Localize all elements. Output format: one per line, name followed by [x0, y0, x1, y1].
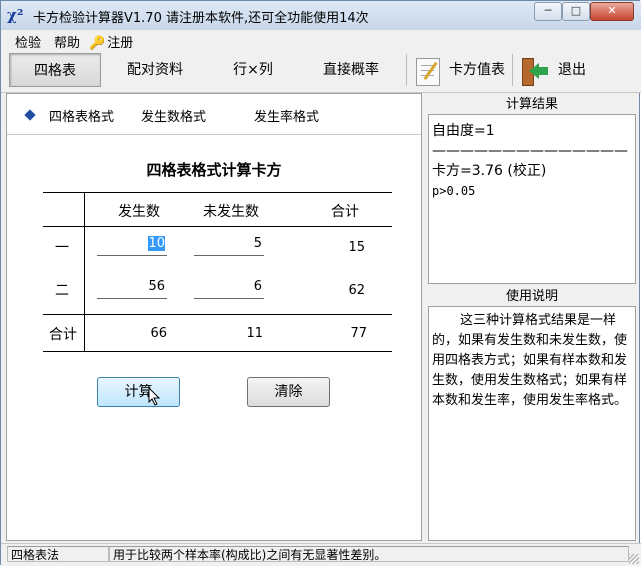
- mouse-pointer-icon: [148, 387, 161, 406]
- document-icon: [416, 58, 440, 86]
- format-fourfold[interactable]: 四格表格式: [49, 106, 114, 125]
- results-box: 自由度=1 —————————————— 卡方=3.76 (校正) p>0.05: [428, 114, 636, 284]
- table-row-divider: [84, 192, 85, 351]
- title-bar: χ² 卡方检验计算器V1.70 请注册本软件,还可全功能使用14次 ─ □ ✕: [1, 1, 641, 30]
- menu-register-label: 注册: [107, 36, 134, 51]
- menu-help[interactable]: 帮助: [54, 32, 80, 51]
- toolbar-separator: [512, 54, 513, 86]
- menu-test[interactable]: 检验: [15, 32, 41, 51]
- exit-icon: [520, 57, 548, 86]
- chi-table-label: 卡方值表: [449, 62, 505, 78]
- usage-header: 使用说明: [428, 287, 636, 306]
- clear-button[interactable]: 清除: [247, 377, 330, 407]
- exit-button[interactable]: 退出: [516, 53, 594, 87]
- app-window: χ² 卡方检验计算器V1.70 请注册本软件,还可全功能使用14次 ─ □ ✕ …: [0, 0, 641, 566]
- toolbar: 四格表 配对资料 行×列 直接概率 卡方值表 退出: [1, 50, 641, 93]
- table-top-border: [43, 192, 392, 193]
- table-title: 四格表格式计算卡方: [146, 161, 282, 179]
- tab-exact-probability[interactable]: 直接概率: [305, 53, 397, 87]
- column-total-b: 11: [246, 326, 263, 341]
- menu-register[interactable]: 🔑 注册: [89, 32, 133, 51]
- status-message: 用于比较两个样本率(构成比)之间有无显著性差别。: [109, 546, 629, 562]
- usage-text: 这三种计算格式结果是一样的，如果有发生数和未发生数，使用四格表方式；如果有样本数…: [428, 306, 636, 541]
- format-selector: 四格表格式 发生数格式 发生率格式: [7, 94, 421, 135]
- header-total: 合计: [331, 204, 359, 220]
- row-label-2: 二: [55, 283, 69, 299]
- resize-grip[interactable]: [629, 554, 639, 564]
- window-title: 卡方检验计算器V1.70 请注册本软件,还可全功能使用14次: [33, 11, 369, 26]
- minimize-button[interactable]: ─: [534, 2, 562, 21]
- calculate-button[interactable]: 计算: [97, 377, 180, 407]
- table-total-border: [43, 314, 392, 315]
- toolbar-separator: [406, 54, 407, 86]
- grand-total: 77: [350, 326, 367, 341]
- chi-square-value: 卡方=3.76 (校正): [432, 163, 547, 179]
- chi-table-button[interactable]: 卡方值表: [411, 53, 509, 87]
- header-non-occurrence: 未发生数: [203, 204, 259, 220]
- tab-row-by-column[interactable]: 行×列: [207, 53, 299, 87]
- total-row-label: 合计: [49, 327, 77, 343]
- tab-fourfold-table[interactable]: 四格表: [9, 53, 101, 87]
- degrees-of-freedom: 自由度=1: [432, 123, 495, 139]
- column-total-a: 66: [150, 326, 167, 341]
- key-icon: 🔑: [89, 36, 106, 51]
- row-total-2: 62: [348, 283, 365, 298]
- chi-square-app-icon: χ²: [7, 6, 24, 24]
- format-occurrence-rate[interactable]: 发生率格式: [254, 106, 319, 125]
- row-total-1: 15: [348, 240, 365, 255]
- calculation-panel: 四格表格式 发生数格式 发生率格式 四格表格式计算卡方 发生数 未发生数 合计 …: [6, 93, 422, 541]
- exit-label: 退出: [558, 62, 586, 78]
- cell-d-input[interactable]: 6: [194, 279, 264, 299]
- maximize-button[interactable]: □: [562, 2, 590, 21]
- format-occurrence-count[interactable]: 发生数格式: [141, 106, 206, 125]
- header-occurrence: 发生数: [118, 204, 160, 220]
- menu-bar: 检验 帮助 🔑 注册: [1, 30, 641, 51]
- cell-a-value: 10: [148, 236, 165, 251]
- results-divider: ——————————————: [432, 143, 628, 159]
- cell-c-input[interactable]: 56: [97, 279, 167, 299]
- table-header-border: [43, 226, 392, 227]
- p-value: p>0.05: [432, 184, 476, 198]
- cell-a-input[interactable]: 10: [97, 236, 167, 256]
- selected-diamond-icon: [24, 109, 36, 121]
- status-bar: 四格表法 用于比较两个样本率(构成比)之间有无显著性差别。: [1, 543, 641, 566]
- cell-b-input[interactable]: 5: [194, 236, 264, 256]
- status-mode: 四格表法: [7, 546, 109, 562]
- results-header: 计算结果: [428, 95, 636, 114]
- tab-paired-data[interactable]: 配对资料: [109, 53, 201, 87]
- row-label-1: 一: [55, 240, 69, 256]
- close-button[interactable]: ✕: [590, 2, 634, 21]
- table-bottom-border: [43, 351, 392, 352]
